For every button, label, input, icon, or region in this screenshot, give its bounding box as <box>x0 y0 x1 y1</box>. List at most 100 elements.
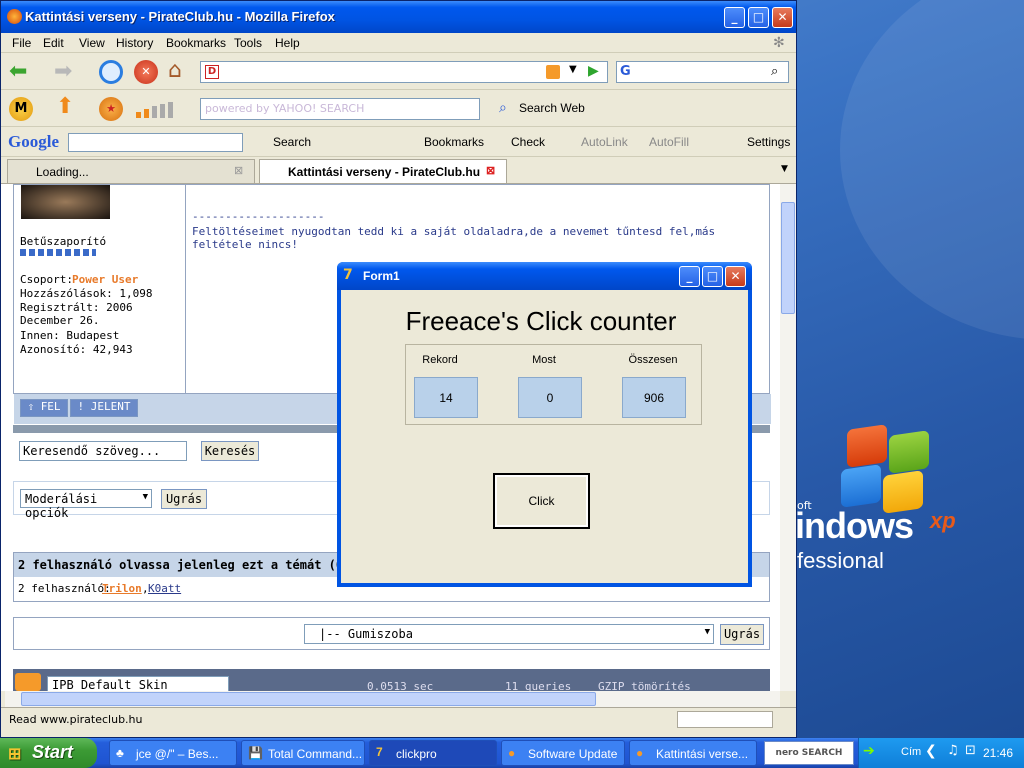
tab-kattintasi[interactable]: Kattintási verseny - PirateClub.hu ⊠ <box>259 159 507 183</box>
menu-history[interactable]: History <box>116 36 153 50</box>
start-button[interactable]: ⊞ Start <box>0 738 97 768</box>
readers-label: 2 felhasználó: <box>18 582 111 595</box>
bars-icon[interactable] <box>136 102 182 118</box>
moderation-go-button[interactable]: Ugrás <box>161 489 207 509</box>
clock: 21:46 <box>983 746 1014 760</box>
user-rank: Betűszaporító <box>20 235 107 248</box>
firefox-titlebar[interactable]: Kattintási verseny - PirateClub.hu - Moz… <box>1 1 796 33</box>
search-magnifier-icon[interactable]: ⌕ <box>771 64 778 79</box>
task-clickpro-label: clickpro <box>396 747 437 761</box>
google-engine-icon[interactable]: G <box>620 64 631 79</box>
reader-link-k0att[interactable]: K0att <box>148 582 181 595</box>
google-search-input[interactable] <box>68 133 243 152</box>
google-bookmarks-button[interactable]: Bookmarks <box>424 135 484 149</box>
minimize-button[interactable]: _ <box>724 7 745 28</box>
menu-bar: File Edit View History Bookmarks Tools H… <box>1 33 796 53</box>
address-label: Cím <box>901 746 922 758</box>
up-arrow-icon[interactable]: ⬆ <box>56 94 74 119</box>
xp-windows-text: indows <box>795 505 914 546</box>
rank-pips <box>20 249 96 256</box>
tab-close-icon[interactable]: ⊠ <box>486 164 495 177</box>
tab-loading[interactable]: Loading... ⊠ <box>7 159 255 183</box>
rss-icon[interactable] <box>546 65 560 79</box>
moderation-select-value: Moderálási opciók <box>25 492 98 520</box>
task-jce[interactable]: ♣ jce @/" – Bes... <box>109 740 237 766</box>
task-clickpro[interactable]: 7 clickpro <box>369 740 497 766</box>
post-author-panel: Betűszaporító Csoport: Power User Hozzás… <box>14 185 186 395</box>
signature-divider: -------------------- <box>192 210 325 223</box>
google-search-button[interactable]: Search <box>273 135 311 149</box>
menu-bookmarks[interactable]: Bookmarks <box>166 36 226 50</box>
rss-feed-icon[interactable] <box>15 673 41 691</box>
menu-help[interactable]: Help <box>275 36 300 50</box>
post-count: Hozzászólások: 1,098 <box>20 287 153 300</box>
form1-maximize-button[interactable]: □ <box>702 266 723 287</box>
hscroll-thumb[interactable] <box>21 692 596 706</box>
google-autofill-button[interactable]: AutoFill <box>649 135 689 149</box>
tray-network-icon[interactable]: ⊡ <box>965 743 976 758</box>
yahoo-m-icon[interactable]: M <box>9 97 33 121</box>
form1-close-button[interactable]: ✕ <box>725 266 746 287</box>
tab-bar: Loading... ⊠ Kattintási verseny - Pirate… <box>1 157 796 184</box>
navigation-toolbar: ⬅ ➡ ✕ ⌂ D ▼ ▶ G ⌕ <box>1 54 796 90</box>
most-label: Most <box>532 354 556 366</box>
form1-window: 7 Form1 _ □ ✕ Freeace's Click counter Re… <box>337 262 752 587</box>
search-web-icon: ⌕ <box>499 100 507 116</box>
url-dropdown-icon[interactable]: ▼ <box>569 64 577 75</box>
tray-volume-icon[interactable]: ♫ <box>947 743 959 758</box>
close-button[interactable]: ✕ <box>772 7 793 28</box>
maximize-button[interactable]: □ <box>748 7 769 28</box>
scroll-thumb[interactable] <box>781 202 795 314</box>
forum-search-placeholder: Keresendő szöveg... <box>23 444 161 458</box>
registered-date: Regisztrált: 2006 December 26. <box>20 301 133 327</box>
task-software-update[interactable]: ● Software Update <box>501 740 625 766</box>
horizontal-scrollbar[interactable] <box>5 691 780 707</box>
menu-file[interactable]: File <box>12 36 31 50</box>
click-button[interactable]: Click <box>493 473 590 529</box>
menu-view[interactable]: View <box>79 36 105 50</box>
forum-jump-button[interactable]: Ugrás <box>720 624 764 645</box>
back-icon[interactable]: ⬅ <box>9 59 27 84</box>
search-box[interactable]: G ⌕ <box>616 61 789 83</box>
status-progress <box>677 711 773 728</box>
menu-tools[interactable]: Tools <box>234 36 262 50</box>
nero-search-box[interactable]: nero SEARCH <box>764 741 854 765</box>
go-icon[interactable]: ▶ <box>588 63 599 79</box>
form1-minimize-button[interactable]: _ <box>679 266 700 287</box>
forum-jump-select[interactable]: |-- Gumiszoba ▼ <box>304 624 714 644</box>
star-icon[interactable]: ★ <box>99 97 123 121</box>
vertical-scrollbar[interactable] <box>780 184 796 691</box>
tab-list-icon[interactable]: ▼ <box>781 164 788 174</box>
tab-close-icon[interactable]: ⊠ <box>234 164 243 177</box>
form1-app-icon: 7 <box>343 267 353 283</box>
go-arrow-icon[interactable]: ➔ <box>863 743 875 759</box>
tray-back-icon[interactable]: ❮ <box>925 743 937 759</box>
forum-search-input[interactable]: Keresendő szöveg... <box>19 441 187 461</box>
forward-icon[interactable]: ➡ <box>54 59 72 84</box>
google-check-button[interactable]: Check <box>511 135 545 149</box>
home-icon[interactable]: ⌂ <box>168 58 182 83</box>
yahoo-toolbar: M ⬆ ★ powered by YAHOO! SEARCH ⌕ Search … <box>1 91 796 127</box>
forum-search-button[interactable]: Keresés <box>201 441 259 461</box>
task-jce-label: jce @/" – Bes... <box>136 747 219 761</box>
google-settings-button[interactable]: Settings <box>747 135 790 149</box>
up-button[interactable]: ⇧ FEL <box>20 399 68 417</box>
form1-titlebar[interactable]: 7 Form1 _ □ ✕ <box>337 262 752 290</box>
location: Innen: Budapest <box>20 329 120 342</box>
group-value: Power User <box>72 273 139 286</box>
yahoo-search-input[interactable]: powered by YAHOO! SEARCH <box>200 98 480 120</box>
report-button[interactable]: ! JELENT <box>70 399 138 417</box>
stop-icon[interactable]: ✕ <box>134 60 158 84</box>
reader-link-trilon[interactable]: Trilon <box>102 582 142 595</box>
menu-edit[interactable]: Edit <box>43 36 64 50</box>
task-total-commander[interactable]: 💾 Total Command... <box>241 740 365 766</box>
reload-icon[interactable] <box>99 60 123 84</box>
xp-professional-text: fessional <box>797 548 884 573</box>
task-su-icon: ● <box>508 746 516 760</box>
search-web-button[interactable]: Search Web <box>519 101 585 115</box>
skin-select[interactable]: IPB Default Skin <box>47 676 229 691</box>
url-input[interactable]: D ▼ ▶ <box>200 61 608 83</box>
google-autolink-button[interactable]: AutoLink <box>581 135 628 149</box>
task-firefox[interactable]: ● Kattintási verse... <box>629 740 757 766</box>
moderation-select[interactable]: Moderálási opciók ▼ <box>20 489 152 520</box>
